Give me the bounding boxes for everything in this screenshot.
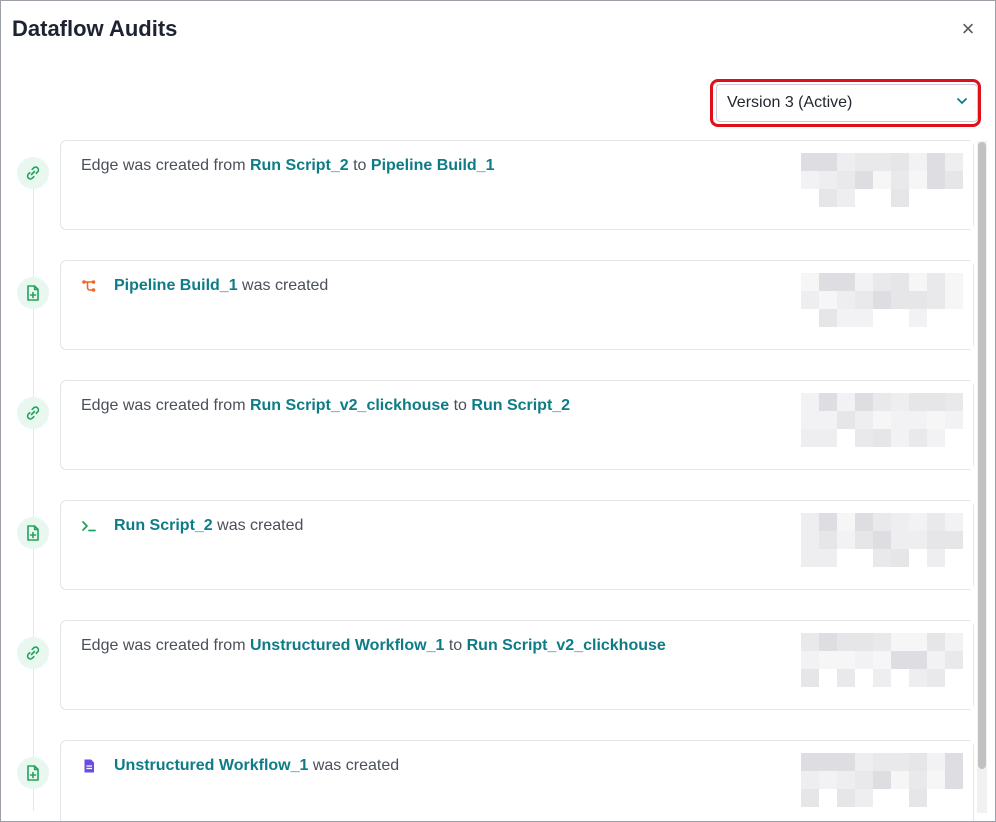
- redacted-metadata: [783, 621, 973, 709]
- audit-text: was created: [308, 757, 400, 774]
- audit-card: Edge was created from Unstructured Workf…: [60, 620, 974, 710]
- node-link[interactable]: Unstructured Workflow_1: [250, 637, 444, 655]
- file-plus-icon: [17, 517, 49, 549]
- node-link[interactable]: Pipeline Build_1: [114, 277, 238, 295]
- dialog-title: Dataflow Audits: [12, 16, 178, 41]
- node-link[interactable]: Run Script_2: [471, 397, 570, 415]
- audit-card: Pipeline Build_1 was created: [60, 260, 974, 350]
- audit-message: Edge was created from Unstructured Workf…: [81, 637, 666, 655]
- terminal-icon: [81, 518, 97, 534]
- audit-text: to: [444, 637, 467, 654]
- file-plus-icon: [17, 757, 49, 789]
- node-link[interactable]: Run Script_2: [114, 517, 213, 535]
- node-link[interactable]: Run Script_2: [250, 157, 349, 175]
- audit-text: was created: [237, 277, 329, 294]
- audit-message: Run Script_2 was created: [81, 517, 303, 535]
- redacted-metadata: [783, 141, 973, 229]
- scrollbar-thumb[interactable]: [978, 142, 986, 769]
- node-link[interactable]: Pipeline Build_1: [371, 157, 495, 175]
- redacted-metadata: [783, 381, 973, 469]
- file-plus-icon: [17, 277, 49, 309]
- version-select[interactable]: Version 3 (Active): [716, 84, 978, 122]
- redacted-metadata: [783, 501, 973, 589]
- document-icon: [81, 758, 97, 774]
- redacted-metadata: [783, 741, 973, 821]
- audit-text: Edge was created from: [81, 157, 250, 174]
- audit-text: to: [348, 157, 371, 174]
- link-icon: [17, 157, 49, 189]
- audit-message: Pipeline Build_1 was created: [81, 277, 328, 295]
- pipeline-icon: [81, 278, 97, 294]
- version-select-value: Version 3 (Active): [727, 94, 853, 111]
- timeline-line: [33, 171, 34, 811]
- audit-message: Unstructured Workflow_1 was created: [81, 757, 399, 775]
- audit-text: to: [449, 397, 472, 414]
- node-link[interactable]: Unstructured Workflow_1: [114, 757, 308, 775]
- redacted-metadata: [783, 261, 973, 349]
- audit-card: Edge was created from Run Script_v2_clic…: [60, 380, 974, 470]
- node-link[interactable]: Run Script_v2_clickhouse: [467, 637, 666, 655]
- link-icon: [17, 637, 49, 669]
- audit-text: Edge was created from: [81, 397, 250, 414]
- close-icon[interactable]: ×: [957, 18, 979, 40]
- audit-message: Edge was created from Run Script_v2_clic…: [81, 397, 570, 415]
- audit-card: Run Script_2 was created: [60, 500, 974, 590]
- link-icon: [17, 397, 49, 429]
- audit-text: Edge was created from: [81, 637, 250, 654]
- audit-card: Edge was created from Run Script_2 to Pi…: [60, 140, 974, 230]
- audit-text: was created: [212, 517, 304, 534]
- chevron-down-icon: [957, 98, 967, 104]
- node-link[interactable]: Run Script_v2_clickhouse: [250, 397, 449, 415]
- audit-message: Edge was created from Run Script_2 to Pi…: [81, 157, 494, 175]
- audit-card: Unstructured Workflow_1 was created: [60, 740, 974, 821]
- dataflow-audits-dialog: Dataflow Audits × Version 3 (Active) Edg…: [0, 0, 996, 822]
